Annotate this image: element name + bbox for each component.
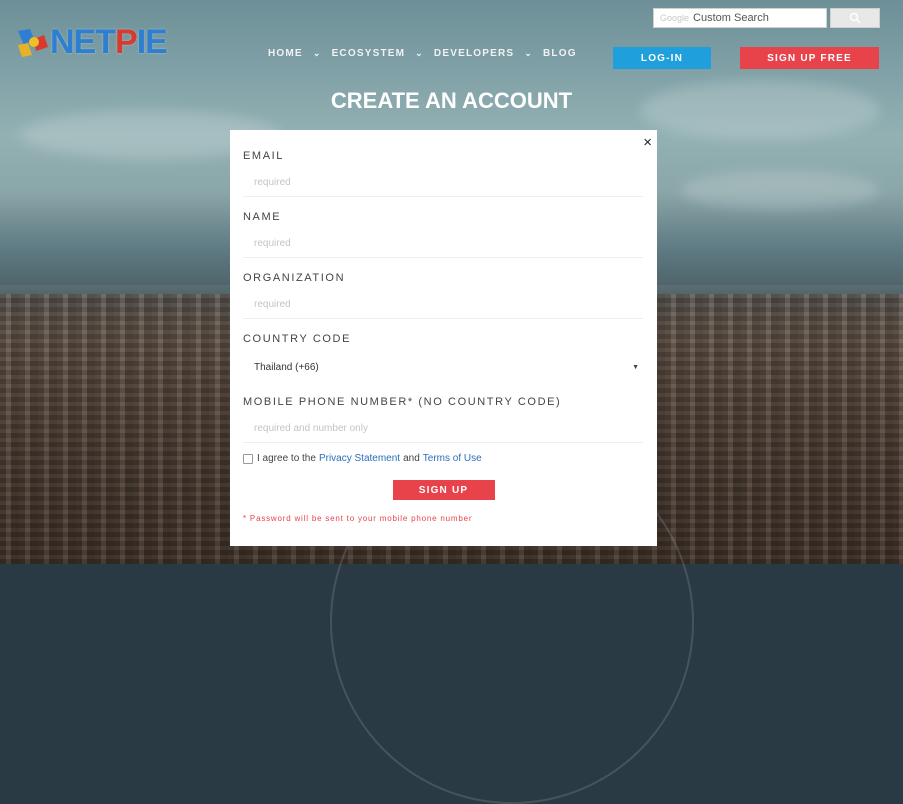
- signup-free-button[interactable]: SIGN UP FREE: [740, 47, 879, 69]
- nav-home[interactable]: HOME: [268, 48, 303, 59]
- agree-checkbox[interactable]: [243, 453, 253, 464]
- search-placeholder: Custom Search: [693, 12, 769, 24]
- search-icon: [849, 12, 861, 24]
- agree-prefix: I agree to the: [257, 453, 316, 464]
- login-button[interactable]: LOG-IN: [613, 47, 711, 69]
- agree-and: and: [403, 453, 420, 464]
- logo-text: NETPIE: [50, 22, 168, 61]
- chevron-down-icon[interactable]: ⌄: [415, 48, 424, 59]
- page-title: CREATE AN ACCOUNT: [330, 88, 573, 113]
- email-label: EMAIL: [243, 150, 285, 162]
- organization-field[interactable]: required: [243, 291, 643, 319]
- password-note: * Password will be sent to your mobile p…: [243, 514, 473, 523]
- caret-down-icon: ▼: [632, 363, 639, 371]
- country-code-label: COUNTRY CODE: [243, 333, 352, 345]
- phone-label: MOBILE PHONE NUMBER* (NO COUNTRY CODE): [243, 396, 562, 408]
- nav-developers[interactable]: DEVELOPERS: [434, 48, 514, 59]
- organization-label: ORGANIZATION: [243, 272, 346, 284]
- signup-modal: × EMAIL required NAME required ORGANIZAT…: [230, 130, 657, 546]
- country-code-value: Thailand (+66): [254, 361, 319, 373]
- cloud: [680, 170, 880, 210]
- name-label: NAME: [243, 211, 282, 223]
- search-input[interactable]: Google Custom Search: [653, 8, 827, 28]
- google-label: Google: [660, 13, 690, 23]
- logo-gear-icon: [14, 25, 54, 59]
- chevron-down-icon[interactable]: ⌄: [524, 48, 533, 59]
- signup-button[interactable]: SIGN UP: [392, 480, 495, 500]
- agree-row: I agree to the Privacy Statement and Ter…: [243, 453, 644, 464]
- terms-of-use-link[interactable]: Terms of Use: [423, 453, 482, 464]
- netpie-logo[interactable]: NETPIE: [14, 22, 168, 62]
- chevron-down-icon[interactable]: ⌄: [313, 48, 322, 59]
- privacy-statement-link[interactable]: Privacy Statement: [319, 453, 400, 464]
- main-nav: HOME ⌄ ECOSYSTEM ⌄ DEVELOPERS ⌄ BLOG: [268, 48, 577, 59]
- country-code-select[interactable]: Thailand (+66) ▼: [243, 354, 643, 380]
- close-icon[interactable]: ×: [643, 134, 652, 151]
- nav-blog[interactable]: BLOG: [543, 48, 577, 59]
- name-field[interactable]: required: [243, 230, 643, 258]
- phone-field[interactable]: required and number only: [243, 415, 643, 443]
- email-field[interactable]: required: [243, 169, 643, 197]
- nav-ecosystem[interactable]: ECOSYSTEM: [332, 48, 406, 59]
- search-button[interactable]: [830, 8, 880, 28]
